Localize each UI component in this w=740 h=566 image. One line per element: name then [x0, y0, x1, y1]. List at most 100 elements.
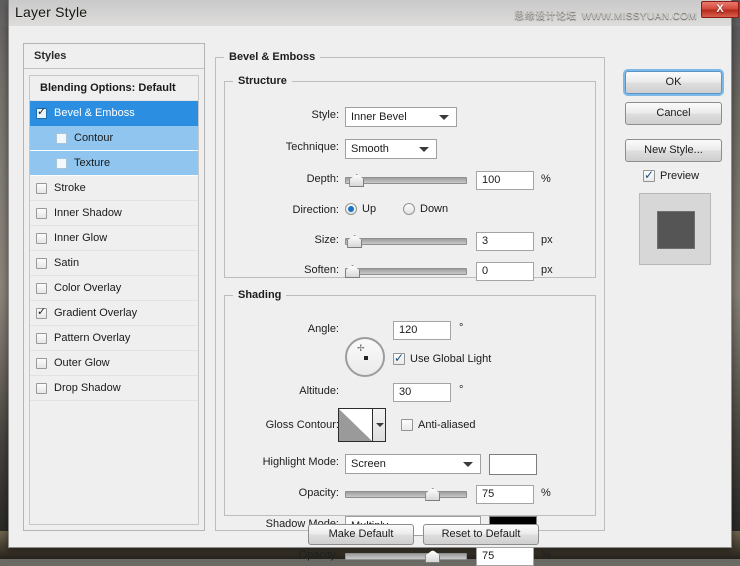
depth-input[interactable]: 100: [476, 171, 534, 190]
new-style-button[interactable]: New Style...: [625, 139, 722, 162]
style-row-inner-shadow[interactable]: Inner Shadow: [30, 201, 198, 226]
highlight-mode-combo-value: Screen: [351, 458, 386, 470]
depth-slider-knob[interactable]: [349, 174, 365, 187]
technique-label: Technique:: [285, 141, 339, 153]
altitude-unit: °: [459, 384, 464, 396]
main-panel: Bevel & Emboss Structure Style: Inner Be…: [215, 43, 605, 566]
highlight-opacity-slider[interactable]: [345, 486, 467, 502]
angle-label: Angle:: [307, 323, 339, 335]
style-checkbox-4[interactable]: [36, 182, 47, 194]
structure-group-title: Structure: [238, 75, 287, 87]
style-checkbox-9[interactable]: [36, 306, 47, 319]
style-row-pattern-overlay[interactable]: Pattern Overlay: [30, 326, 198, 351]
style-row-label: Stroke: [54, 181, 86, 194]
highlight-color-swatch[interactable]: [489, 454, 537, 475]
style-checkbox-7[interactable]: [36, 257, 47, 269]
highlight-opacity-input[interactable]: 75: [476, 485, 534, 504]
style-row-satin[interactable]: Satin: [30, 251, 198, 276]
altitude-label: Altitude:: [299, 385, 339, 397]
direction-up-radio[interactable]: Up: [345, 203, 376, 215]
style-checkbox-5[interactable]: [36, 207, 47, 219]
style-checkbox-3[interactable]: [56, 157, 67, 169]
gloss-contour-label: Gloss Contour:: [265, 419, 339, 431]
radio-indicator-down: [403, 203, 415, 215]
soften-slider[interactable]: [345, 263, 467, 279]
highlight-mode-combo[interactable]: Screen: [345, 454, 481, 474]
gloss-contour-dropdown-arrow[interactable]: [373, 409, 385, 441]
cancel-button[interactable]: Cancel: [625, 102, 722, 125]
style-checkbox-12[interactable]: [36, 382, 47, 394]
shadow-opacity-slider-knob[interactable]: [425, 550, 441, 563]
gloss-contour-curve-icon: [339, 409, 373, 441]
style-row-label: Pattern Overlay: [54, 331, 131, 344]
chevron-down-icon: [463, 462, 473, 467]
style-row-color-overlay[interactable]: Color Overlay: [30, 276, 198, 301]
preview-checkbox[interactable]: Preview: [643, 168, 700, 182]
style-combo[interactable]: Inner Bevel: [345, 107, 457, 127]
close-button[interactable]: X: [701, 1, 739, 18]
style-row-bevel-emboss[interactable]: Bevel & Emboss: [30, 101, 198, 126]
watermark: 思缘设计论坛 WWW.MISSYUAN.COM: [514, 7, 697, 22]
style-checkbox-10[interactable]: [36, 332, 47, 344]
window-title: Layer Style: [15, 4, 88, 20]
style-checkbox-2[interactable]: [56, 132, 67, 144]
shadow-opacity-input[interactable]: 75: [476, 547, 534, 566]
style-row-label: Inner Shadow: [54, 206, 122, 219]
anti-aliased-label: Anti-aliased: [418, 419, 476, 431]
style-row-texture[interactable]: Texture: [30, 151, 198, 176]
anti-aliased-checkbox[interactable]: Anti-aliased: [401, 419, 475, 431]
style-row-label: Gradient Overlay: [54, 306, 138, 319]
highlight-opacity-slider-knob[interactable]: [425, 488, 441, 501]
size-slider-knob[interactable]: [347, 235, 363, 248]
angle-unit: °: [459, 322, 464, 334]
shadow-opacity-slider[interactable]: [345, 548, 467, 564]
soften-slider-knob[interactable]: [345, 265, 360, 278]
styles-list[interactable]: Blending Options: Default Bevel & Emboss C…: [29, 75, 199, 525]
style-row-contour[interactable]: Contour: [30, 126, 198, 151]
size-input[interactable]: 3: [476, 232, 534, 251]
style-row-drop-shadow[interactable]: Drop Shadow: [30, 376, 198, 401]
shadow-opacity-label: Opacity:: [298, 549, 339, 561]
style-row-outer-glow[interactable]: Outer Glow: [30, 351, 198, 376]
checkbox-indicator-preview: [643, 168, 655, 182]
dialog-body: Styles Blending Options: Default Bevel & …: [9, 26, 731, 566]
watermark-url: WWW.MISSYUAN.COM: [581, 11, 697, 22]
layer-style-dialog: Styles Blending Options: Default Bevel & …: [1, 0, 740, 566]
style-checkbox-8[interactable]: [36, 282, 47, 294]
make-default-button[interactable]: Make Default: [308, 524, 414, 545]
soften-input[interactable]: 0: [476, 262, 534, 281]
preview-label: Preview: [660, 170, 700, 182]
depth-slider[interactable]: [345, 172, 467, 188]
style-checkbox-1[interactable]: [36, 106, 47, 119]
bevel-emboss-group: Bevel & Emboss Structure Style: Inner Be…: [215, 51, 605, 566]
technique-combo-value: Smooth: [351, 143, 389, 155]
style-row-blending-options-default[interactable]: Blending Options: Default: [30, 76, 198, 101]
angle-input[interactable]: 120: [393, 321, 451, 340]
style-row-label: Drop Shadow: [54, 381, 121, 394]
use-global-light-checkbox[interactable]: Use Global Light: [393, 351, 491, 365]
style-label: Style:: [311, 109, 339, 121]
style-checkbox-6[interactable]: [36, 232, 47, 244]
angle-dial[interactable]: ✢: [345, 337, 385, 377]
reset-to-default-button[interactable]: Reset to Default: [423, 524, 539, 545]
styles-panel-header: Styles: [24, 44, 204, 69]
style-combo-value: Inner Bevel: [351, 111, 407, 123]
size-unit: px: [541, 234, 553, 246]
gloss-contour-swatch[interactable]: [338, 408, 386, 442]
technique-combo[interactable]: Smooth: [345, 139, 437, 159]
soften-label: Soften:: [304, 264, 339, 276]
direction-down-radio[interactable]: Down: [403, 203, 448, 215]
direction-label: Direction:: [292, 204, 339, 216]
depth-unit: %: [541, 173, 551, 185]
title-bar: Layer Style 思缘设计论坛 WWW.MISSYUAN.COM X: [1, 0, 740, 26]
style-row-stroke[interactable]: Stroke: [30, 176, 198, 201]
size-slider[interactable]: [345, 233, 467, 249]
ok-button[interactable]: OK: [625, 71, 722, 94]
style-checkbox-11[interactable]: [36, 357, 47, 369]
highlight-opacity-label: Opacity:: [298, 487, 339, 499]
altitude-input[interactable]: 30: [393, 383, 451, 402]
style-row-gradient-overlay[interactable]: Gradient Overlay: [30, 301, 198, 326]
radio-indicator-up: [345, 203, 357, 215]
highlight-opacity-slider-track: [345, 491, 467, 498]
style-row-inner-glow[interactable]: Inner Glow: [30, 226, 198, 251]
